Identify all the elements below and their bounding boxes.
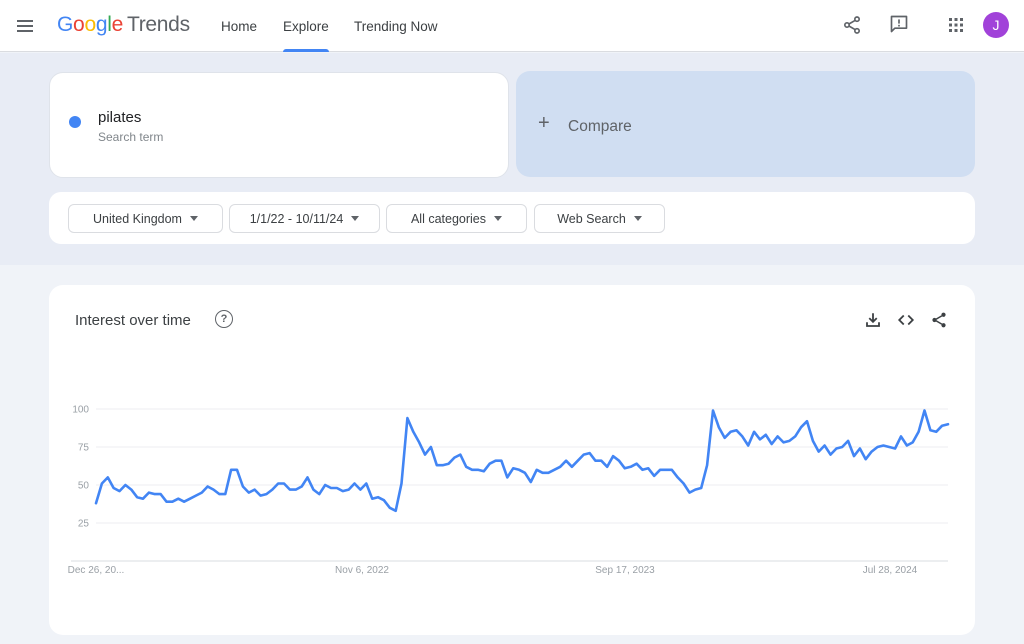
- search-term-name[interactable]: pilates: [98, 109, 141, 126]
- chart-series: [94, 409, 950, 513]
- account-avatar[interactable]: J: [983, 12, 1009, 38]
- x-axis-labels: Dec 26, 20... Nov 6, 2022 Sep 17, 2023 Jul …: [68, 565, 918, 576]
- dropdown-arrow-icon: [633, 216, 642, 221]
- interest-over-time-card: Interest over time ? 25 50 75 100 Dec 26, 2…: [49, 285, 975, 635]
- search-term-type: Search term: [98, 130, 164, 144]
- compare-label: Compare: [568, 118, 632, 135]
- top-app-bar: Google Trends Home Explore Trending Now J: [0, 0, 1024, 52]
- x-tick-label: Dec 26, 20...: [68, 565, 125, 576]
- nav-home[interactable]: Home: [221, 0, 257, 52]
- filter-bar: United Kingdom 1/1/22 - 10/11/24 All cat…: [49, 192, 975, 244]
- search-type-filter[interactable]: Web Search: [534, 204, 665, 233]
- y-axis-labels: 25 50 75 100: [72, 405, 89, 530]
- category-filter[interactable]: All categories: [386, 204, 527, 233]
- y-tick-label: 100: [72, 405, 89, 416]
- google-trends-logo[interactable]: Google Trends: [57, 13, 190, 37]
- dropdown-arrow-icon: [189, 216, 198, 221]
- y-tick-label: 25: [78, 519, 90, 530]
- term-color-dot: [69, 116, 81, 128]
- apps-grid-icon[interactable]: [942, 11, 970, 39]
- search-term-card[interactable]: pilates Search term: [49, 72, 509, 178]
- dropdown-arrow-icon: [494, 216, 503, 221]
- y-tick-label: 50: [78, 481, 90, 492]
- nav-trending-now[interactable]: Trending Now: [354, 0, 438, 52]
- interest-line-chart[interactable]: 25 50 75 100 Dec 26, 20... Nov 6, 2022 Sep 17…: [49, 285, 975, 635]
- share-icon[interactable]: [838, 11, 866, 39]
- x-tick-label: Nov 6, 2022: [335, 565, 389, 576]
- chart-gridlines: [96, 408, 948, 524]
- y-tick-label: 75: [78, 443, 90, 454]
- nav-explore[interactable]: Explore: [283, 0, 329, 52]
- series-line-pilates[interactable]: [94, 409, 950, 513]
- date-range-filter[interactable]: 1/1/22 - 10/11/24: [229, 204, 380, 233]
- x-tick-label: Sep 17, 2023: [595, 565, 655, 576]
- main-menu-icon[interactable]: [14, 14, 38, 38]
- dropdown-arrow-icon: [351, 216, 360, 221]
- plus-icon: +: [538, 112, 550, 134]
- compare-button[interactable]: + Compare: [516, 71, 975, 177]
- x-tick-label: Jul 28, 2024: [863, 565, 918, 576]
- region-filter[interactable]: United Kingdom: [68, 204, 223, 233]
- feedback-icon[interactable]: [885, 10, 913, 38]
